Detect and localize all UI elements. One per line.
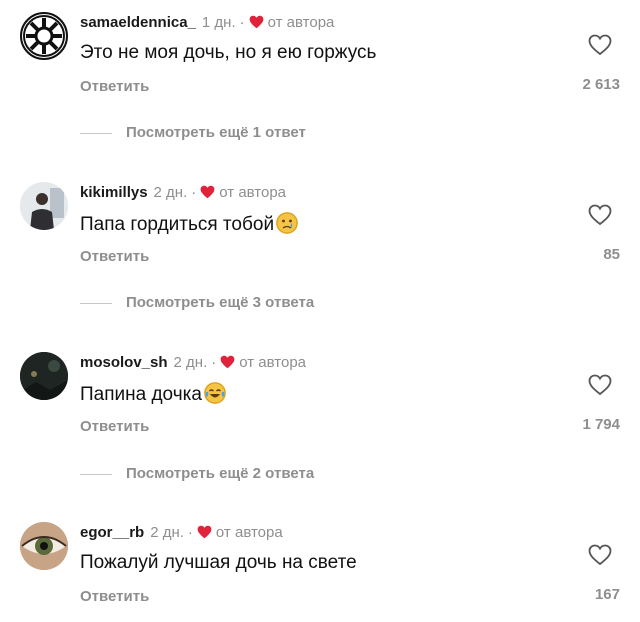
- author-heart-icon: [249, 15, 263, 29]
- comment-text: Папина дочка: [80, 382, 226, 406]
- separator-dot: ·: [239, 14, 245, 31]
- view-more-replies[interactable]: Посмотреть ещё 1 ответ: [80, 124, 306, 141]
- comment-meta: samaeldennica_ 1 дн. · от автора: [80, 14, 334, 31]
- view-more-label: Посмотреть ещё 1 ответ: [126, 124, 306, 141]
- avatar[interactable]: [20, 182, 68, 230]
- reply-button[interactable]: Ответить: [80, 78, 149, 95]
- author-liked-label: от автора: [215, 524, 283, 541]
- author-liked-label: от автора: [267, 14, 335, 31]
- avatar[interactable]: [20, 352, 68, 400]
- comment-meta: kikimillys 2 дн. · от автора: [80, 184, 286, 201]
- like-count: 2 613: [582, 76, 620, 93]
- view-more-label: Посмотреть ещё 2 ответа: [126, 465, 315, 482]
- divider-line: [80, 302, 112, 304]
- comment-body: Папа гордиться тобой: [80, 214, 275, 235]
- author-liked-label: от автора: [219, 184, 287, 201]
- comment-meta: mosolov_sh 2 дн. · от автора: [80, 354, 306, 371]
- username[interactable]: samaeldennica_: [80, 14, 196, 31]
- comment-body: Папина дочка: [80, 384, 202, 405]
- author-heart-icon: [197, 525, 212, 539]
- separator-dot: ·: [191, 184, 197, 201]
- separator-dot: ·: [211, 354, 217, 371]
- person-photo-icon: [20, 182, 68, 230]
- author-liked-label: от автора: [239, 354, 307, 371]
- reply-button[interactable]: Ответить: [80, 418, 149, 435]
- view-more-replies[interactable]: Посмотреть ещё 3 ответа: [80, 294, 314, 311]
- timestamp: 2 дн.: [150, 524, 184, 541]
- timestamp: 2 дн.: [153, 184, 188, 201]
- separator-dot: ·: [187, 524, 193, 541]
- like-heart-icon[interactable]: [588, 204, 612, 226]
- comment-text: Это не моя дочь, но я ею горжусь: [80, 42, 376, 64]
- username[interactable]: mosolov_sh: [80, 354, 168, 371]
- dark-photo-icon: [20, 352, 68, 400]
- reply-button[interactable]: Ответить: [80, 588, 149, 605]
- like-count: 167: [594, 586, 620, 603]
- view-more-replies[interactable]: Посмотреть ещё 2 ответа: [80, 465, 314, 482]
- comment-text: Папа гордиться тобой: [80, 212, 299, 236]
- like-heart-icon[interactable]: [588, 34, 612, 56]
- timestamp: 2 дн.: [173, 354, 208, 371]
- comment-meta: egor__rb 2 дн. · от автора: [80, 524, 283, 541]
- view-more-label: Посмотреть ещё 3 ответа: [126, 294, 315, 311]
- comment-item: samaeldennica_ 1 дн. · от автора Это не моя…: [0, 0, 640, 110]
- tears-of-joy-emoji-icon: [203, 382, 226, 404]
- username[interactable]: kikimillys: [80, 184, 148, 201]
- eye-photo-icon: [20, 522, 68, 570]
- divider-line: [80, 473, 112, 475]
- comment-text: Пожалуй лучшая дочь на свете: [80, 552, 357, 574]
- like-heart-icon[interactable]: [588, 374, 612, 396]
- like-count: 85: [603, 246, 620, 263]
- comment-item: mosolov_sh 2 дн. · от автора Папина дочка О…: [0, 340, 640, 450]
- timestamp: 1 дн.: [201, 14, 236, 31]
- reply-button[interactable]: Ответить: [80, 248, 149, 265]
- avatar[interactable]: [20, 522, 68, 570]
- comment-body: Пожалуй лучшая дочь на свете: [80, 552, 357, 573]
- crying-face-emoji-icon: [276, 212, 299, 234]
- author-heart-icon: [220, 355, 235, 369]
- comment-body: Это не моя дочь, но я ею горжусь: [80, 42, 377, 63]
- username[interactable]: egor__rb: [80, 524, 144, 541]
- divider-line: [80, 132, 112, 134]
- avatar[interactable]: [20, 12, 68, 60]
- author-heart-icon: [200, 185, 215, 199]
- empire-emblem-icon: [23, 15, 65, 57]
- like-heart-icon[interactable]: [588, 544, 612, 566]
- comment-item: egor__rb 2 дн. · от автора Пожалуй лучшая д…: [0, 510, 640, 620]
- comment-item: kikimillys 2 дн. · от автора Папа гордиться…: [0, 170, 640, 280]
- like-count: 1 794: [582, 416, 620, 433]
